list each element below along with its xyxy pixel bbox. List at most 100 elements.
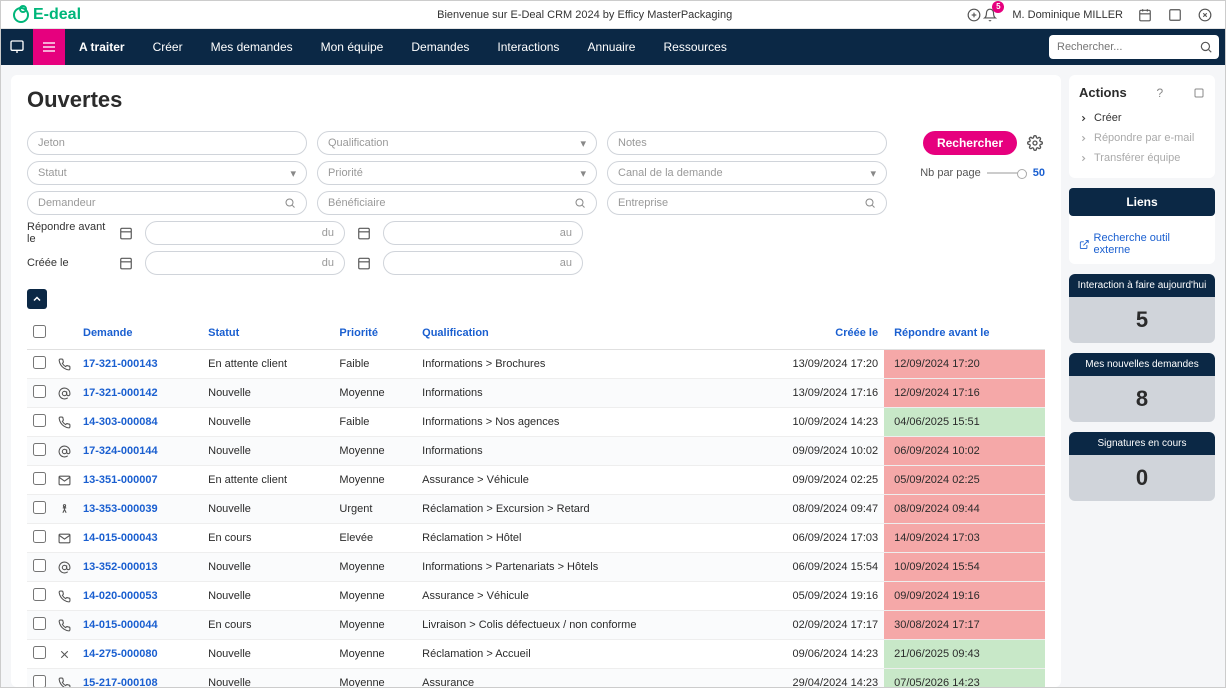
cell-qualification: Informations > Partenariats > Hôtels — [416, 553, 743, 582]
search-icon — [864, 197, 876, 209]
request-link[interactable]: 14-015-000044 — [83, 619, 158, 631]
brand-text: E-deal — [33, 6, 81, 24]
nav-item-demandes[interactable]: Demandes — [397, 29, 483, 65]
request-link[interactable]: 17-321-000143 — [83, 358, 158, 370]
mail-icon — [52, 466, 77, 495]
filter-entreprise[interactable]: Entreprise — [607, 191, 887, 215]
calendar-icon[interactable] — [117, 254, 135, 272]
filter-jeton[interactable]: Jeton — [27, 131, 307, 155]
request-link[interactable]: 17-324-000144 — [83, 445, 158, 457]
nav-compose-icon[interactable] — [1, 29, 33, 65]
nav-search-input[interactable] — [1049, 35, 1219, 59]
stat-card[interactable]: Interaction à faire aujourd'hui5 — [1069, 274, 1215, 343]
filter-notes[interactable]: Notes — [607, 131, 887, 155]
stat-card[interactable]: Mes nouvelles demandes8 — [1069, 353, 1215, 422]
date-du-input-2[interactable]: du — [145, 251, 345, 275]
row-checkbox[interactable] — [33, 530, 46, 543]
col-demande[interactable]: Demande — [77, 317, 202, 350]
table-row[interactable]: 13-353-000039 Nouvelle Urgent Réclamatio… — [27, 495, 1045, 524]
filter-statut[interactable]: Statut▾ — [27, 161, 307, 185]
nav-item-créer[interactable]: Créer — [139, 29, 197, 65]
stat-card[interactable]: Signatures en cours0 — [1069, 432, 1215, 501]
table-row[interactable]: 14-015-000043 En cours Elevée Réclamatio… — [27, 524, 1045, 553]
x-icon — [52, 640, 77, 669]
calendar-icon[interactable] — [117, 224, 135, 242]
select-all-checkbox[interactable] — [33, 325, 46, 338]
row-checkbox[interactable] — [33, 588, 46, 601]
request-link[interactable]: 15-217-000108 — [83, 677, 158, 687]
action-créer[interactable]: Créer — [1079, 108, 1205, 128]
col-priorite[interactable]: Priorité — [333, 317, 416, 350]
nav-item-ressources[interactable]: Ressources — [649, 29, 740, 65]
nav-search[interactable] — [1049, 35, 1219, 59]
username[interactable]: M. Dominique MILLER — [1012, 9, 1123, 21]
per-page-slider[interactable] — [987, 172, 1027, 174]
calendar-icon[interactable] — [1137, 7, 1153, 23]
table-row[interactable]: 14-020-000053 Nouvelle Moyenne Assurance… — [27, 582, 1045, 611]
request-link[interactable]: 14-015-000043 — [83, 532, 158, 544]
date-au-input-2[interactable]: au — [383, 251, 583, 275]
external-search-link[interactable]: Recherche outil externe — [1069, 224, 1215, 264]
date-au-input-1[interactable]: au — [383, 221, 583, 245]
search-button[interactable]: Rechercher — [923, 131, 1017, 155]
nav-item-a-traiter[interactable]: A traiter — [65, 29, 139, 65]
table-row[interactable]: 17-324-000144 Nouvelle Moyenne Informati… — [27, 437, 1045, 466]
row-checkbox[interactable] — [33, 646, 46, 659]
row-checkbox[interactable] — [33, 414, 46, 427]
help-icon[interactable]: ? — [1156, 86, 1163, 100]
request-link[interactable]: 14-303-000084 — [83, 416, 158, 428]
filter-priorite[interactable]: Priorité▾ — [317, 161, 597, 185]
table-row[interactable]: 13-351-000007 En attente client Moyenne … — [27, 466, 1045, 495]
close-icon[interactable] — [1197, 7, 1213, 23]
row-checkbox[interactable] — [33, 559, 46, 572]
table-row[interactable]: 14-015-000044 En cours Moyenne Livraison… — [27, 611, 1045, 640]
request-link[interactable]: 13-353-000039 — [83, 503, 158, 515]
logo[interactable]: E-deal — [13, 6, 213, 24]
nav-menu-icon[interactable] — [33, 29, 65, 65]
table-row[interactable]: 13-352-000013 Nouvelle Moyenne Informati… — [27, 553, 1045, 582]
table-row[interactable]: 15-217-000108 Nouvelle Moyenne Assurance… — [27, 669, 1045, 688]
nav-item-mes-demandes[interactable]: Mes demandes — [197, 29, 307, 65]
date-du-input-1[interactable]: du — [145, 221, 345, 245]
row-checkbox[interactable] — [33, 675, 46, 687]
row-checkbox[interactable] — [33, 501, 46, 514]
window-icon[interactable] — [1167, 7, 1183, 23]
gear-icon[interactable] — [1025, 133, 1045, 153]
nav-item-annuaire[interactable]: Annuaire — [573, 29, 649, 65]
bell-icon[interactable]: 5 — [982, 7, 998, 23]
row-checkbox[interactable] — [33, 617, 46, 630]
collapse-button[interactable] — [27, 289, 47, 309]
col-creee[interactable]: Créée le — [743, 317, 884, 350]
liens-button[interactable]: Liens — [1069, 188, 1215, 216]
table-row[interactable]: 14-303-000084 Nouvelle Faible Informatio… — [27, 408, 1045, 437]
cell-qualification: Réclamation > Excursion > Retard — [416, 495, 743, 524]
add-icon[interactable] — [966, 7, 982, 23]
export-icon[interactable] — [1193, 87, 1205, 99]
col-statut[interactable]: Statut — [202, 317, 333, 350]
nav-item-mon-équipe[interactable]: Mon équipe — [307, 29, 398, 65]
filter-demandeur[interactable]: Demandeur — [27, 191, 307, 215]
cell-qualification: Réclamation > Accueil — [416, 640, 743, 669]
request-link[interactable]: 14-275-000080 — [83, 648, 158, 660]
table-row[interactable]: 17-321-000143 En attente client Faible I… — [27, 350, 1045, 379]
table-row[interactable]: 17-321-000142 Nouvelle Moyenne Informati… — [27, 379, 1045, 408]
request-link[interactable]: 13-351-000007 — [83, 474, 158, 486]
filter-qualification[interactable]: Qualification▾ — [317, 131, 597, 155]
row-checkbox[interactable] — [33, 443, 46, 456]
row-checkbox[interactable] — [33, 385, 46, 398]
table-row[interactable]: 14-275-000080 Nouvelle Moyenne Réclamati… — [27, 640, 1045, 669]
col-qualification[interactable]: Qualification — [416, 317, 743, 350]
calendar-icon[interactable] — [355, 224, 373, 242]
request-link[interactable]: 13-352-000013 — [83, 561, 158, 573]
request-link[interactable]: 17-321-000142 — [83, 387, 158, 399]
cell-repondre: 07/05/2026 14:23 — [884, 669, 1045, 688]
row-checkbox[interactable] — [33, 356, 46, 369]
mail-icon — [52, 524, 77, 553]
filter-canal[interactable]: Canal de la demande▾ — [607, 161, 887, 185]
request-link[interactable]: 14-020-000053 — [83, 590, 158, 602]
row-checkbox[interactable] — [33, 472, 46, 485]
calendar-icon[interactable] — [355, 254, 373, 272]
nav-item-interactions[interactable]: Interactions — [483, 29, 573, 65]
col-repondre[interactable]: Répondre avant le — [884, 317, 1045, 350]
filter-beneficiaire[interactable]: Bénéficiaire — [317, 191, 597, 215]
